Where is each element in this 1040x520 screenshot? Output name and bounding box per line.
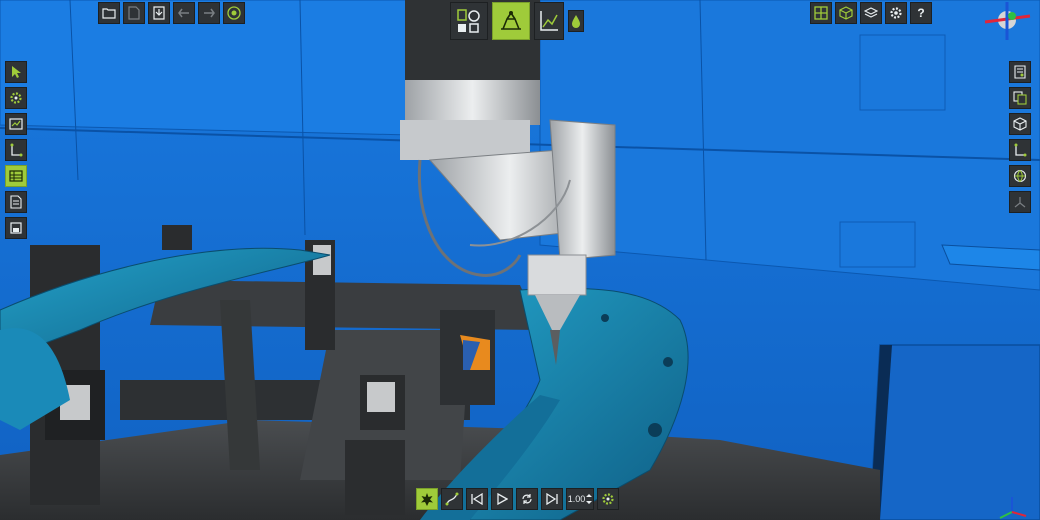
help-button[interactable]: ? [910,2,932,24]
help-icon: ? [917,6,925,20]
path-graph-icon[interactable] [534,2,564,40]
triangle-axis-icon[interactable] [1009,191,1031,213]
globe-icon[interactable] [1009,165,1031,187]
select-pointer-icon[interactable] [5,61,27,83]
speed-stepper[interactable]: 1.00 [566,488,594,510]
gear-settings-icon[interactable] [597,488,619,510]
frame-icon[interactable] [5,113,27,135]
layers-icon[interactable] [860,2,882,24]
path-icon[interactable] [441,488,463,510]
document-icon[interactable] [5,191,27,213]
settings-icon[interactable] [885,2,907,24]
play-icon[interactable] [491,488,513,510]
new-file-icon[interactable] [123,2,145,24]
redo-icon[interactable] [198,2,220,24]
save-icon[interactable] [148,2,170,24]
undo-icon[interactable] [173,2,195,24]
folder-open-icon[interactable] [98,2,120,24]
mode-toolbar [450,2,584,40]
playback-toolbar: 1.00 [416,488,619,510]
right-toolbar [1009,61,1031,213]
save-disk-icon[interactable] [5,217,27,239]
skip-back-icon[interactable] [466,488,488,510]
left-toolbar [5,61,27,239]
file-toolbar [98,2,245,24]
speed-value: 1.00 [567,494,586,504]
copy-icon[interactable] [1009,87,1031,109]
report-icon[interactable] [1009,61,1031,83]
3d-viewport[interactable] [0,0,1040,520]
target-icon[interactable] [223,2,245,24]
skip-forward-icon[interactable] [541,488,563,510]
loop-icon[interactable] [516,488,538,510]
box-icon[interactable] [1009,113,1031,135]
cube-view-icon[interactable] [835,2,857,24]
axis-icon[interactable] [5,139,27,161]
workcell-setup-icon[interactable] [450,2,488,40]
view-toolbar: ? [810,2,932,24]
simulation-icon[interactable] [492,2,530,40]
table-icon[interactable] [5,165,27,187]
grid-view-icon[interactable] [810,2,832,24]
axis-icon[interactable] [1009,139,1031,161]
gear-settings-icon[interactable] [5,87,27,109]
paint-drop-icon[interactable] [568,10,584,32]
machine-housing [869,344,1040,520]
collision-icon[interactable] [416,488,438,510]
stepper-arrows-icon[interactable] [586,493,593,505]
